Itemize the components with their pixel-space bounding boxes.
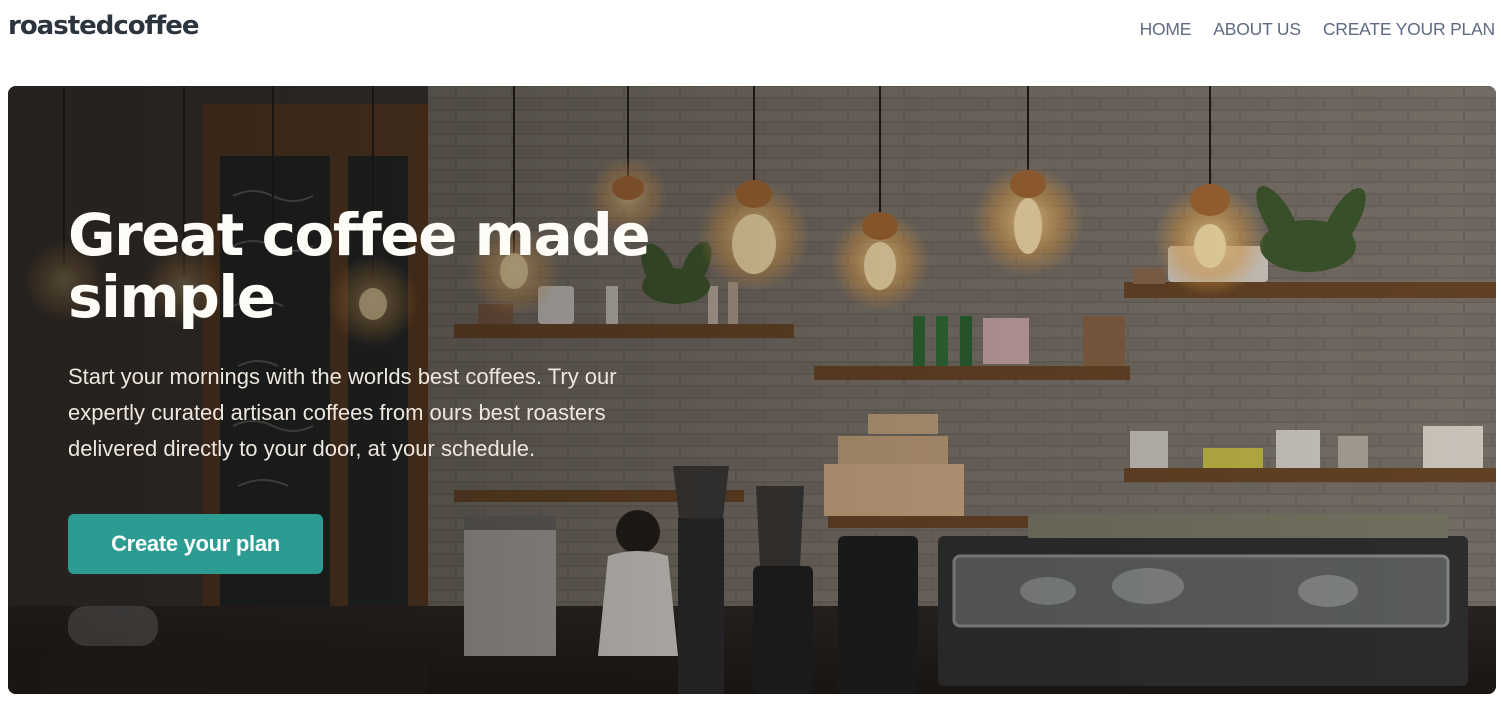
hero-description-line-3: delivered directly to your door, at your…	[68, 436, 536, 461]
main-nav: HOME ABOUT US CREATE YOUR PLAN	[1140, 19, 1496, 40]
hero-title-line-2: simple	[68, 263, 276, 331]
hero-title-line-1: Great coffee made	[68, 201, 651, 269]
hero-description: Start your mornings with the worlds best…	[68, 359, 728, 467]
create-your-plan-button[interactable]: Create your plan	[68, 514, 323, 574]
hero-description-line-1: Start your mornings with the worlds best…	[68, 364, 617, 389]
hero-description-line-2: expertly curated artisan coffees from ou…	[68, 400, 606, 425]
brand-logo[interactable]: roastedcoffee	[8, 11, 200, 41]
nav-link-home[interactable]: HOME	[1140, 19, 1192, 40]
nav-link-about-us[interactable]: ABOUT US	[1213, 19, 1301, 40]
hero-title: Great coffee made simple	[68, 204, 768, 328]
site-header: roastedcoffee HOME ABOUT US CREATE YOUR …	[0, 0, 1501, 60]
nav-link-create-your-plan[interactable]: CREATE YOUR PLAN	[1323, 19, 1495, 40]
hero-section: Great coffee made simple Start your morn…	[8, 86, 1496, 694]
